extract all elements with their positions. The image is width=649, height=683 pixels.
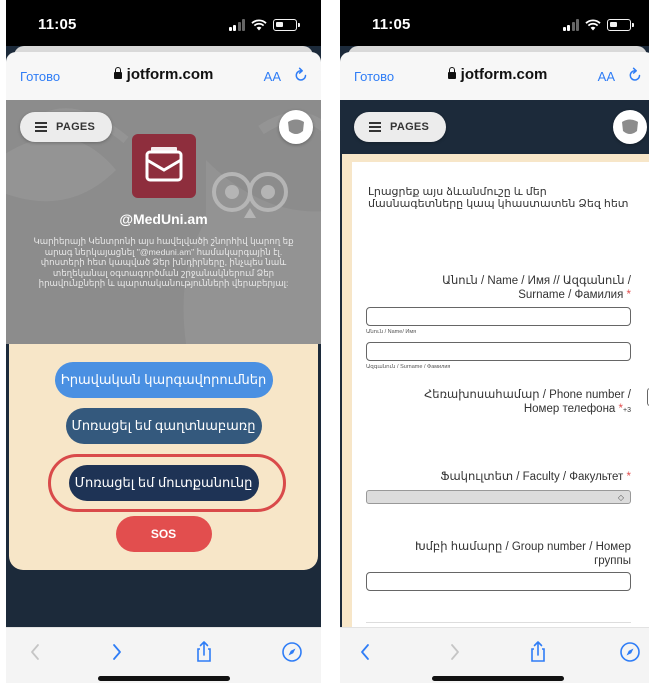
- page-content: PAGES Լրացրեք այս ձևանմուշը և մեր մասնագ…: [340, 100, 649, 627]
- left-phone-screen: 11:05 Готово jotform.com AA PAGES @MedUn…: [6, 0, 321, 683]
- battery-icon: [607, 19, 634, 31]
- phone-field-label: Հեռախոսահամար / Phone number / Номер тел…: [424, 388, 631, 418]
- name-label-line1: Անուն / Name / Имя // Ազգանուն /: [442, 275, 631, 287]
- url-text: jotform.com: [126, 66, 214, 83]
- browser-toolbar: [6, 627, 321, 683]
- status-bar: 11:05: [6, 0, 321, 46]
- text-size-button[interactable]: AA: [264, 69, 281, 84]
- account-handle: @MedUni.am: [119, 211, 208, 227]
- right-phone-screen: 11:05 Готово jotform.com AA PAGES Լրացրե…: [340, 0, 649, 683]
- compass-icon[interactable]: [618, 640, 642, 664]
- reload-icon[interactable]: [628, 67, 642, 83]
- group-field-label: Խմբի համարը / Group number / Номер групп…: [415, 540, 631, 568]
- home-indicator: [431, 676, 564, 681]
- phone-label-line1: Հեռախոսահամար / Phone number /: [424, 389, 631, 401]
- shield-button[interactable]: [279, 110, 313, 144]
- first-name-sublabel: Անուն / Name/ Имя: [366, 329, 417, 335]
- status-bar: 11:05: [340, 0, 649, 46]
- group-label-line2: группы: [594, 555, 631, 567]
- divider: [366, 622, 631, 623]
- back-icon[interactable]: [354, 640, 378, 664]
- forward-icon[interactable]: [104, 640, 128, 664]
- faculty-label: Ֆակուլտետ / Faculty / Факультет: [440, 471, 624, 483]
- legal-regulations-button[interactable]: Իրավական կարգավորումներ: [54, 362, 273, 398]
- group-label-line1: Խմբի համարը / Group number / Номер: [415, 541, 631, 553]
- share-icon[interactable]: [526, 640, 550, 664]
- menu-icon: [369, 122, 381, 132]
- name-label-line2: Surname / Фамилия: [518, 289, 624, 301]
- sos-button[interactable]: SOS: [115, 516, 212, 552]
- menu-icon: [35, 122, 47, 132]
- hero-section: PAGES @MedUni.am Կարիերայի Կենտրոնի այս …: [6, 100, 321, 344]
- lock-icon: [113, 67, 122, 79]
- group-number-input[interactable]: [366, 572, 631, 591]
- lock-icon: [447, 67, 456, 79]
- forgot-password-button[interactable]: Մոռացել եմ գաղտնաբառը: [65, 408, 262, 444]
- shield-button[interactable]: [613, 110, 647, 144]
- phone-label-line2: Номер телефона: [523, 403, 616, 415]
- faculty-field-label: Ֆակուլտետ / Faculty / Факультет *: [440, 470, 631, 484]
- battery-icon: [273, 19, 300, 31]
- share-icon[interactable]: [192, 640, 216, 664]
- chevron-updown-icon: ◇: [617, 493, 624, 502]
- signal-icon: [228, 19, 245, 31]
- wifi-icon: [585, 19, 601, 31]
- status-icons: [562, 17, 634, 31]
- reload-icon[interactable]: [294, 67, 308, 83]
- status-time: 11:05: [372, 16, 411, 33]
- pages-button[interactable]: PAGES: [354, 112, 446, 142]
- app-description: Կարիերայի Կենտրոնի այս հավելվածի շնորհիվ…: [33, 236, 294, 288]
- compass-icon[interactable]: [280, 640, 304, 664]
- shield-icon: [622, 119, 638, 134]
- mail-logo-icon: [145, 147, 183, 182]
- forward-icon[interactable]: [442, 640, 466, 664]
- pages-label: PAGES: [56, 121, 96, 133]
- menu-panel: Իրավական կարգավորումներ Մոռացել եմ գաղտն…: [9, 344, 318, 570]
- app-logo: [132, 134, 196, 198]
- back-icon[interactable]: [24, 640, 48, 664]
- form-card: Լրացրեք այս ձևանմուշը և մեր մասնագետները…: [352, 162, 649, 627]
- browser-top-bar: Готово jotform.com AA: [340, 52, 649, 100]
- home-indicator: [97, 676, 230, 681]
- form-intro: Լրացրեք այս ձևանմուշը և մեր մասնագետները…: [368, 186, 629, 210]
- status-icons: [228, 17, 300, 31]
- required-star: *: [626, 471, 631, 483]
- faculty-select[interactable]: ◇: [366, 490, 631, 504]
- wifi-icon: [251, 19, 267, 31]
- pages-label: PAGES: [390, 121, 430, 133]
- phone-prefix: +3: [623, 407, 631, 414]
- status-time: 11:05: [38, 16, 77, 33]
- url-text: jotform.com: [460, 66, 548, 83]
- form-area: Լրացրեք այս ձևանմուշը և մեր մասնագետները…: [342, 154, 649, 627]
- signal-icon: [562, 19, 579, 31]
- text-size-button[interactable]: AA: [598, 69, 615, 84]
- forgot-username-button[interactable]: Մոռացել եմ մուտքանունը: [68, 465, 259, 501]
- browser-toolbar: [340, 627, 649, 683]
- required-star: *: [626, 289, 631, 301]
- form-header: PAGES: [340, 100, 649, 154]
- pages-button[interactable]: PAGES: [20, 112, 112, 142]
- browser-top-bar: Готово jotform.com AA: [6, 52, 321, 100]
- name-field-label: Անուն / Name / Имя // Ազգանուն / Surname…: [442, 274, 631, 302]
- page-content: PAGES @MedUni.am Կարիերայի Կենտրոնի այս …: [6, 100, 321, 627]
- surname-sublabel: Ազգանուն / Surname / Фамилия: [366, 364, 451, 370]
- first-name-input[interactable]: [366, 307, 631, 326]
- surname-input[interactable]: [366, 342, 631, 361]
- shield-icon: [288, 119, 304, 134]
